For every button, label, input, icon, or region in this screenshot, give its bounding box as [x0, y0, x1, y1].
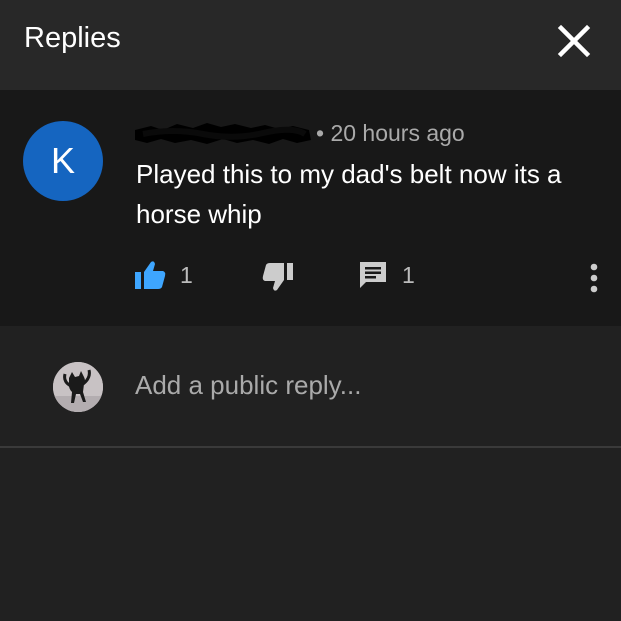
reply-input[interactable]: Add a public reply... [135, 370, 361, 401]
reply-comment-icon [360, 262, 386, 288]
author-avatar[interactable]: K [23, 121, 103, 201]
comment-text: Played this to my dad's belt now its a h… [136, 159, 562, 229]
like-count: 1 [180, 261, 193, 288]
avatar-letter: K [50, 140, 75, 181]
close-icon [557, 24, 591, 58]
replies-header: Replies [0, 0, 621, 90]
comment-timestamp: • 20 hours ago [316, 120, 465, 146]
header-title: Replies [24, 22, 121, 54]
more-options-button[interactable] [584, 262, 604, 296]
divider [0, 446, 621, 448]
current-user-avatar [53, 362, 103, 412]
thumbs-up-icon [135, 261, 166, 289]
close-button[interactable] [553, 20, 595, 62]
like-button[interactable]: 1 [134, 260, 193, 290]
dislike-button[interactable] [262, 262, 294, 292]
reply-count-button[interactable]: 1 [358, 260, 415, 290]
thumbs-down-icon [262, 263, 293, 291]
user-avatar-cat [53, 362, 103, 412]
reply-count: 1 [402, 261, 415, 288]
more-vertical-icon [590, 263, 598, 293]
comment-card: K • 20 hours ago Played this to my dad's… [0, 90, 621, 326]
author-name-redacted[interactable] [133, 118, 313, 146]
reply-composer: Add a public reply... [0, 326, 621, 446]
